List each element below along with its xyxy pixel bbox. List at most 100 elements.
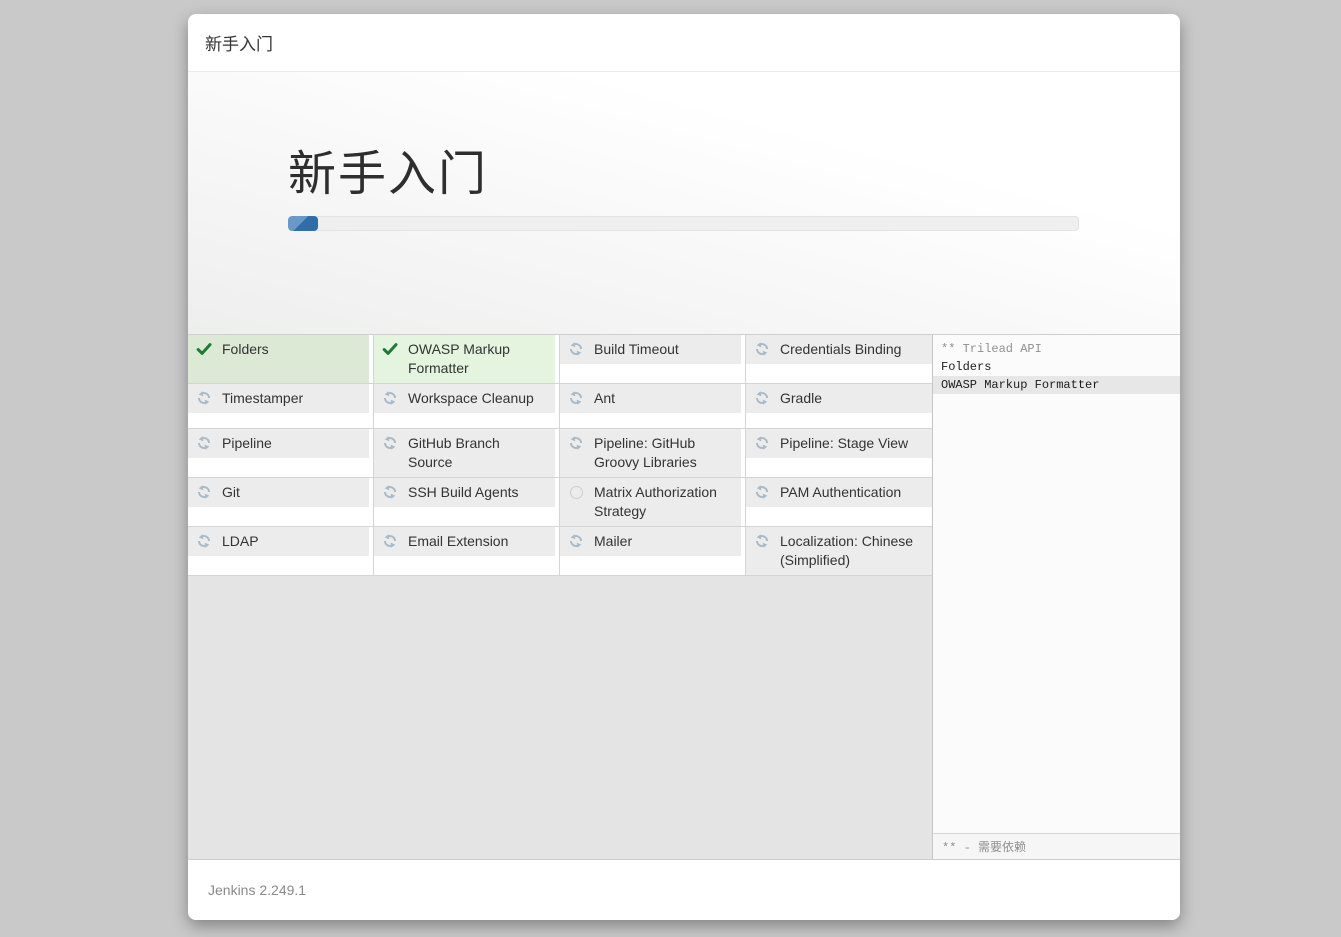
- plugin-cell: SSH Build Agents: [374, 478, 560, 527]
- window-title: 新手入门: [205, 30, 273, 55]
- plugin-cell: Matrix Authorization Strategy: [560, 478, 746, 527]
- spinner-icon: [382, 533, 398, 549]
- spinner-icon: [382, 390, 398, 406]
- plugin-name: Email Extension: [408, 532, 508, 551]
- plugin-status-chip: LDAP: [188, 527, 369, 556]
- plugin-status-chip: Mailer: [560, 527, 741, 556]
- spinner-icon: [382, 435, 398, 451]
- plugin-status-chip: Timestamper: [188, 384, 369, 413]
- spinner-icon: [382, 484, 398, 500]
- plugin-name: Workspace Cleanup: [408, 389, 534, 408]
- plugin-name: Ant: [594, 389, 615, 408]
- plugin-status-chip: Workspace Cleanup: [374, 384, 555, 413]
- spinner-icon: [754, 484, 770, 500]
- plugin-cell: OWASP Markup Formatter: [374, 335, 560, 384]
- setup-wizard-dialog: 新手入门 新手入门 FoldersOWASP Markup FormatterB…: [188, 14, 1180, 920]
- plugin-status-chip: SSH Build Agents: [374, 478, 555, 507]
- plugin-name: SSH Build Agents: [408, 483, 519, 502]
- plugin-name: Git: [222, 483, 240, 502]
- log-line: Folders: [933, 358, 1180, 376]
- plugin-status-chip: Build Timeout: [560, 335, 741, 364]
- spinner-icon: [754, 533, 770, 549]
- plugin-cell: Email Extension: [374, 527, 560, 576]
- plugin-cell: Ant: [560, 384, 746, 429]
- plugin-row: Git SSH Build Agents Matrix Authorization …: [188, 478, 932, 527]
- plugin-grid: Folders OWASP Markup Formatter Build Timeo…: [188, 335, 932, 859]
- plugin-cell: Localization: Chinese (Simplified): [746, 527, 932, 576]
- plugin-row: Folders OWASP Markup Formatter Build Timeo…: [188, 335, 932, 384]
- plugin-name: Gradle: [780, 389, 822, 408]
- plugin-cell: Mailer: [560, 527, 746, 576]
- spinner-icon: [754, 435, 770, 451]
- spinner-icon: [568, 435, 584, 451]
- hero-section: 新手入门: [188, 72, 1180, 335]
- plugin-name: Mailer: [594, 532, 632, 551]
- dialog-footer: Jenkins 2.249.1: [188, 860, 1180, 920]
- spinner-icon: [568, 390, 584, 406]
- plugin-name: Localization: Chinese (Simplified): [780, 532, 924, 570]
- plugin-grid-filler: [188, 576, 932, 859]
- plugin-cell: Workspace Cleanup: [374, 384, 560, 429]
- pending-circle-icon: [568, 484, 584, 500]
- spinner-icon: [196, 484, 212, 500]
- check-icon: [196, 341, 212, 357]
- plugin-name: Pipeline: Stage View: [780, 434, 908, 453]
- plugin-name: PAM Authentication: [780, 483, 901, 502]
- content-area: FoldersOWASP Markup FormatterBuild Timeo…: [188, 335, 1180, 860]
- log-line: OWASP Markup Formatter: [933, 376, 1180, 394]
- plugin-cell: Pipeline: [188, 429, 374, 478]
- plugin-name: Build Timeout: [594, 340, 679, 359]
- install-log-panel: ** Trilead APIFoldersOWASP Markup Format…: [932, 335, 1180, 859]
- plugin-name: Pipeline: GitHub Groovy Libraries: [594, 434, 733, 472]
- plugin-cell: Git: [188, 478, 374, 527]
- plugin-status-chip: Email Extension: [374, 527, 555, 556]
- plugin-status-chip: GitHub Branch Source: [374, 429, 555, 477]
- plugin-name: GitHub Branch Source: [408, 434, 547, 472]
- plugin-status-chip: Pipeline: GitHub Groovy Libraries: [560, 429, 741, 477]
- spinner-icon: [754, 390, 770, 406]
- plugin-status-chip: OWASP Markup Formatter: [374, 335, 555, 383]
- plugin-row: LDAP Email Extension Mailer Localization: C…: [188, 527, 932, 576]
- plugin-status-chip: Pipeline: [188, 429, 369, 458]
- spinner-icon: [568, 533, 584, 549]
- plugin-cell: Timestamper: [188, 384, 374, 429]
- plugin-status-chip: Ant: [560, 384, 741, 413]
- plugin-status-chip: PAM Authentication: [746, 478, 932, 507]
- plugin-cell: Gradle: [746, 384, 932, 429]
- spinner-icon: [754, 341, 770, 357]
- plugin-name: Timestamper: [222, 389, 303, 408]
- plugin-cell: LDAP: [188, 527, 374, 576]
- dialog-titlebar: 新手入门: [188, 14, 1180, 72]
- check-icon: [382, 341, 398, 357]
- plugin-cell: Pipeline: Stage View: [746, 429, 932, 478]
- plugin-status-chip: Gradle: [746, 384, 932, 413]
- plugin-status-chip: Credentials Binding: [746, 335, 932, 364]
- install-progress-bar: [288, 216, 1079, 231]
- plugin-name: Matrix Authorization Strategy: [594, 483, 733, 521]
- plugin-cell: Folders: [188, 335, 374, 384]
- plugin-row: Timestamper Workspace Cleanup Ant Gradle: [188, 384, 932, 429]
- install-log-body: ** Trilead APIFoldersOWASP Markup Format…: [933, 335, 1180, 833]
- log-line: ** Trilead API: [933, 340, 1180, 358]
- plugin-grid-rows: Folders OWASP Markup Formatter Build Timeo…: [188, 335, 932, 576]
- plugin-name: Folders: [222, 340, 269, 359]
- plugin-status-chip: Git: [188, 478, 369, 507]
- plugin-status-chip: Folders: [188, 335, 369, 383]
- plugin-cell: Pipeline: GitHub Groovy Libraries: [560, 429, 746, 478]
- plugin-status-chip: Matrix Authorization Strategy: [560, 478, 741, 526]
- plugin-cell: GitHub Branch Source: [374, 429, 560, 478]
- plugin-name: Credentials Binding: [780, 340, 901, 359]
- plugin-row: Pipeline GitHub Branch Source Pipeline: Gi…: [188, 429, 932, 478]
- spinner-icon: [196, 435, 212, 451]
- plugin-name: OWASP Markup Formatter: [408, 340, 547, 378]
- page-title: 新手入门: [288, 148, 1079, 202]
- install-progress-fill: [288, 216, 318, 231]
- plugin-name: LDAP: [222, 532, 259, 551]
- log-footer-note: ** - 需要依赖: [933, 833, 1180, 859]
- jenkins-version-label: Jenkins 2.249.1: [208, 882, 306, 898]
- plugin-cell: Build Timeout: [560, 335, 746, 384]
- spinner-icon: [196, 533, 212, 549]
- plugin-name: Pipeline: [222, 434, 272, 453]
- plugin-status-chip: Localization: Chinese (Simplified): [746, 527, 932, 575]
- plugin-cell: Credentials Binding: [746, 335, 932, 384]
